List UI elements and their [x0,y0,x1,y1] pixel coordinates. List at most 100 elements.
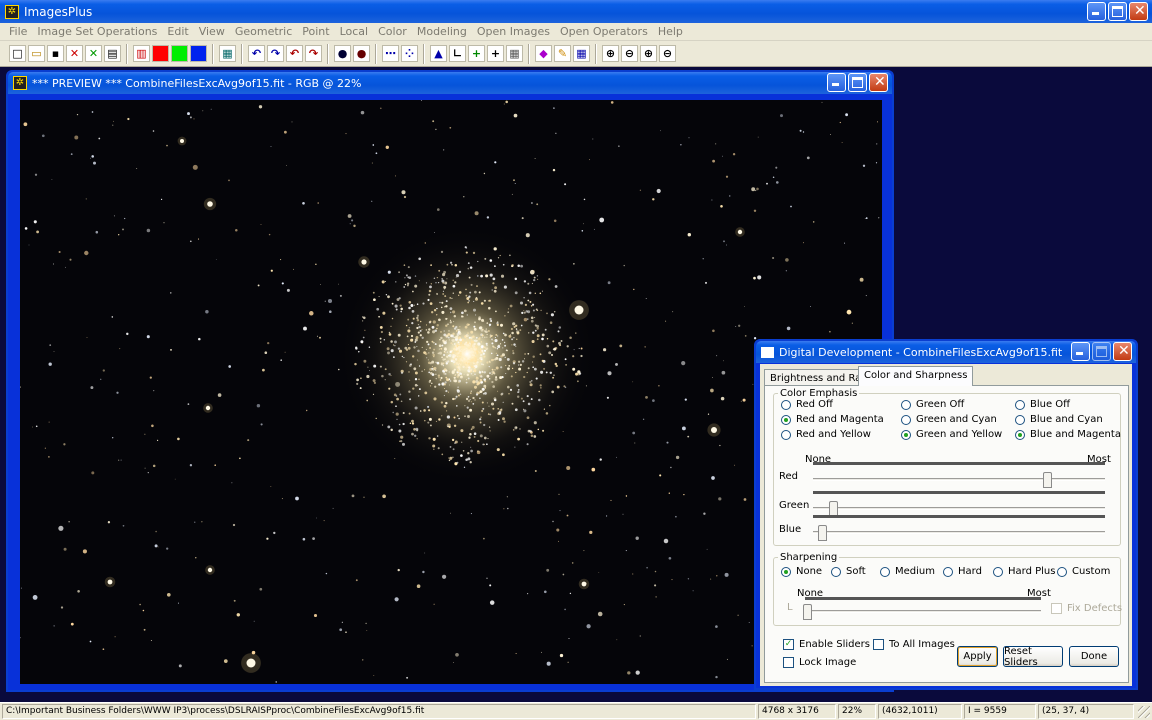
radio-red-and-magenta[interactable]: Red and Magenta [781,414,884,425]
radio-green-and-cyan[interactable]: Green and Cyan [901,414,997,425]
cluster-star [538,398,541,402]
apply-button[interactable]: Apply [957,646,998,667]
radio-red-and-yellow[interactable]: Red and Yellow [781,429,871,440]
dialog-close-button[interactable]: ✕ [1113,342,1132,361]
fix-defects-checkbox[interactable]: Fix Defects [1051,603,1122,614]
menu-view[interactable]: View [194,25,230,38]
done-button[interactable]: Done [1069,646,1119,667]
menu-open-operators[interactable]: Open Operators [555,25,653,38]
cluster-star [426,340,429,344]
to-all-images-checkbox[interactable]: To All Images [873,639,955,650]
sharpen-radio-none[interactable]: None [781,566,822,577]
radio-blue-and-magenta[interactable]: Blue and Magenta [1015,429,1121,440]
dialog-minimize-button[interactable] [1071,342,1090,361]
zoom-in-icon[interactable]: ⊕ [602,45,619,62]
star [257,284,260,287]
line-dots-icon[interactable]: ⋯ [382,45,399,62]
redo-icon[interactable]: ↷ [267,45,284,62]
menu-file[interactable]: File [4,25,32,38]
zoom-out-icon[interactable]: ⊖ [621,45,638,62]
grid-icon[interactable]: ▦ [219,45,236,62]
menu-local[interactable]: Local [335,25,374,38]
enable-sliders-checkbox[interactable]: ✓ Enable Sliders [783,639,870,650]
menu-color[interactable]: Color [373,25,412,38]
close-button[interactable]: ✕ [1129,2,1148,21]
circle-select-icon[interactable]: ● [334,45,351,62]
resize-grip-icon[interactable] [1138,706,1150,718]
pencil-icon[interactable]: ✎ [554,45,571,62]
new-icon[interactable]: □ [9,45,26,62]
blue-channel-icon[interactable] [190,45,207,62]
print-icon[interactable]: ▤ [104,45,121,62]
star [139,603,141,606]
lock-image-checkbox[interactable]: Lock Image [783,657,856,668]
cluster-star [489,413,492,416]
redo-all-icon[interactable]: ↷ [305,45,322,62]
green-channel-icon[interactable] [171,45,188,62]
star-cluster-image[interactable] [20,100,882,684]
rgb-channels-icon[interactable]: ▥ [133,45,150,62]
slider-green[interactable] [813,491,1105,517]
radio-red-off[interactable]: Red Off [781,399,833,410]
undo-icon[interactable]: ↶ [248,45,265,62]
zoom-actual-icon[interactable]: ⊖ [659,45,676,62]
menu-edit[interactable]: Edit [162,25,193,38]
status-bar: C:\Important Business Folders\WWW IP3\pr… [0,702,1152,720]
preview-close-button[interactable]: ✕ [869,73,888,92]
sharpen-radio-soft[interactable]: Soft [831,566,866,577]
preview-minimize-button[interactable] [827,73,846,92]
menu-help[interactable]: Help [653,25,688,38]
cluster-star [482,363,485,366]
axis-icon[interactable]: ∟ [449,45,466,62]
sharpen-radio-hard[interactable]: Hard [943,566,982,577]
cluster-star [454,336,459,340]
sharpen-radio-hard-plus[interactable]: Hard Plus [993,566,1055,577]
sharpen-radio-custom[interactable]: Custom [1057,566,1110,577]
slider-blue[interactable] [813,515,1105,541]
star [493,247,497,251]
save-icon[interactable]: ▪ [47,45,64,62]
histogram-icon[interactable]: ▲ [430,45,447,62]
paint-icon[interactable]: ◆ [535,45,552,62]
reset-sliders-button[interactable]: Reset Sliders [1003,646,1063,668]
star [738,324,741,327]
cluster-star [400,310,403,313]
red-channel-icon[interactable] [152,45,169,62]
zoom-fit-icon[interactable]: ⊕ [640,45,657,62]
sharpen-slider[interactable] [803,597,1041,620]
open-icon[interactable]: ▭ [28,45,45,62]
preview-maximize-button[interactable] [848,73,867,92]
menu-modeling[interactable]: Modeling [412,25,472,38]
slider-thumb-blue[interactable] [817,525,827,541]
close-green-icon[interactable]: ✕ [85,45,102,62]
radio-blue-and-cyan[interactable]: Blue and Cyan [1015,414,1103,425]
menu-open-images[interactable]: Open Images [472,25,555,38]
cluster-star [473,369,477,373]
maximize-button[interactable] [1108,2,1127,21]
crosshair-add-icon[interactable]: + [468,45,485,62]
toolbar: □ ▭ ▪ ✕ ✕ ▤ ▥ ▦ ↶ ↷ ↶ ↷ ● ● ⋯ ⁘ ▲ ∟ + + ▦ ◆ ✎ ▦ ⊕ ⊖ ⊕ ⊖ [0,41,1152,67]
radio-green-off[interactable]: Green Off [901,399,964,410]
mosaic-icon[interactable]: ▦ [573,45,590,62]
undo-all-icon[interactable]: ↶ [286,45,303,62]
slider-red[interactable] [813,462,1105,488]
sharpen-slider-thumb[interactable] [803,604,812,620]
tab-color-and-sharpness[interactable]: Color and Sharpness [858,366,974,386]
cluster-star [430,264,432,266]
slider-thumb-red[interactable] [1042,472,1052,488]
cluster-star [443,404,447,408]
dialog-maximize-button[interactable] [1092,342,1111,361]
calculator-icon[interactable]: ▦ [506,45,523,62]
point-select-icon[interactable]: ● [353,45,370,62]
crosshair-icon[interactable]: + [487,45,504,62]
cluster-star [429,320,432,323]
menu-point[interactable]: Point [297,25,334,38]
minimize-button[interactable] [1087,2,1106,21]
line-plot-icon[interactable]: ⁘ [401,45,418,62]
menu-geometric[interactable]: Geometric [230,25,297,38]
sharpen-radio-medium[interactable]: Medium [880,566,935,577]
radio-green-and-yellow[interactable]: Green and Yellow [901,429,1002,440]
radio-blue-off[interactable]: Blue Off [1015,399,1070,410]
menu-image-set-operations[interactable]: Image Set Operations [32,25,162,38]
close-red-icon[interactable]: ✕ [66,45,83,62]
